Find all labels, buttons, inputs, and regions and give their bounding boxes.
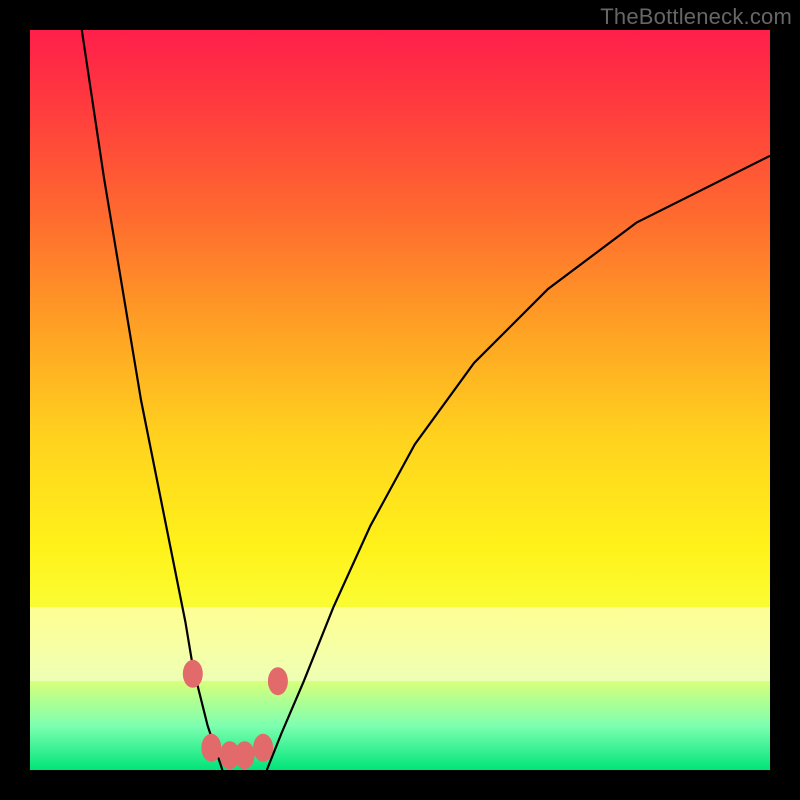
- curve-marker-4: [253, 734, 273, 762]
- curve-marker-5: [268, 667, 288, 695]
- pale-highlight-band: [30, 607, 770, 681]
- curve-right-arm: [267, 156, 770, 770]
- chart-frame: TheBottleneck.com: [0, 0, 800, 800]
- curve-marker-3: [235, 741, 255, 769]
- curve-layer: [30, 30, 770, 770]
- curve-left-arm: [82, 30, 223, 770]
- watermark-text: TheBottleneck.com: [600, 4, 792, 30]
- plot-area: [30, 30, 770, 770]
- curve-marker-1: [201, 734, 221, 762]
- curve-marker-2: [220, 741, 240, 769]
- marker-group: [183, 660, 288, 769]
- curve-marker-0: [183, 660, 203, 688]
